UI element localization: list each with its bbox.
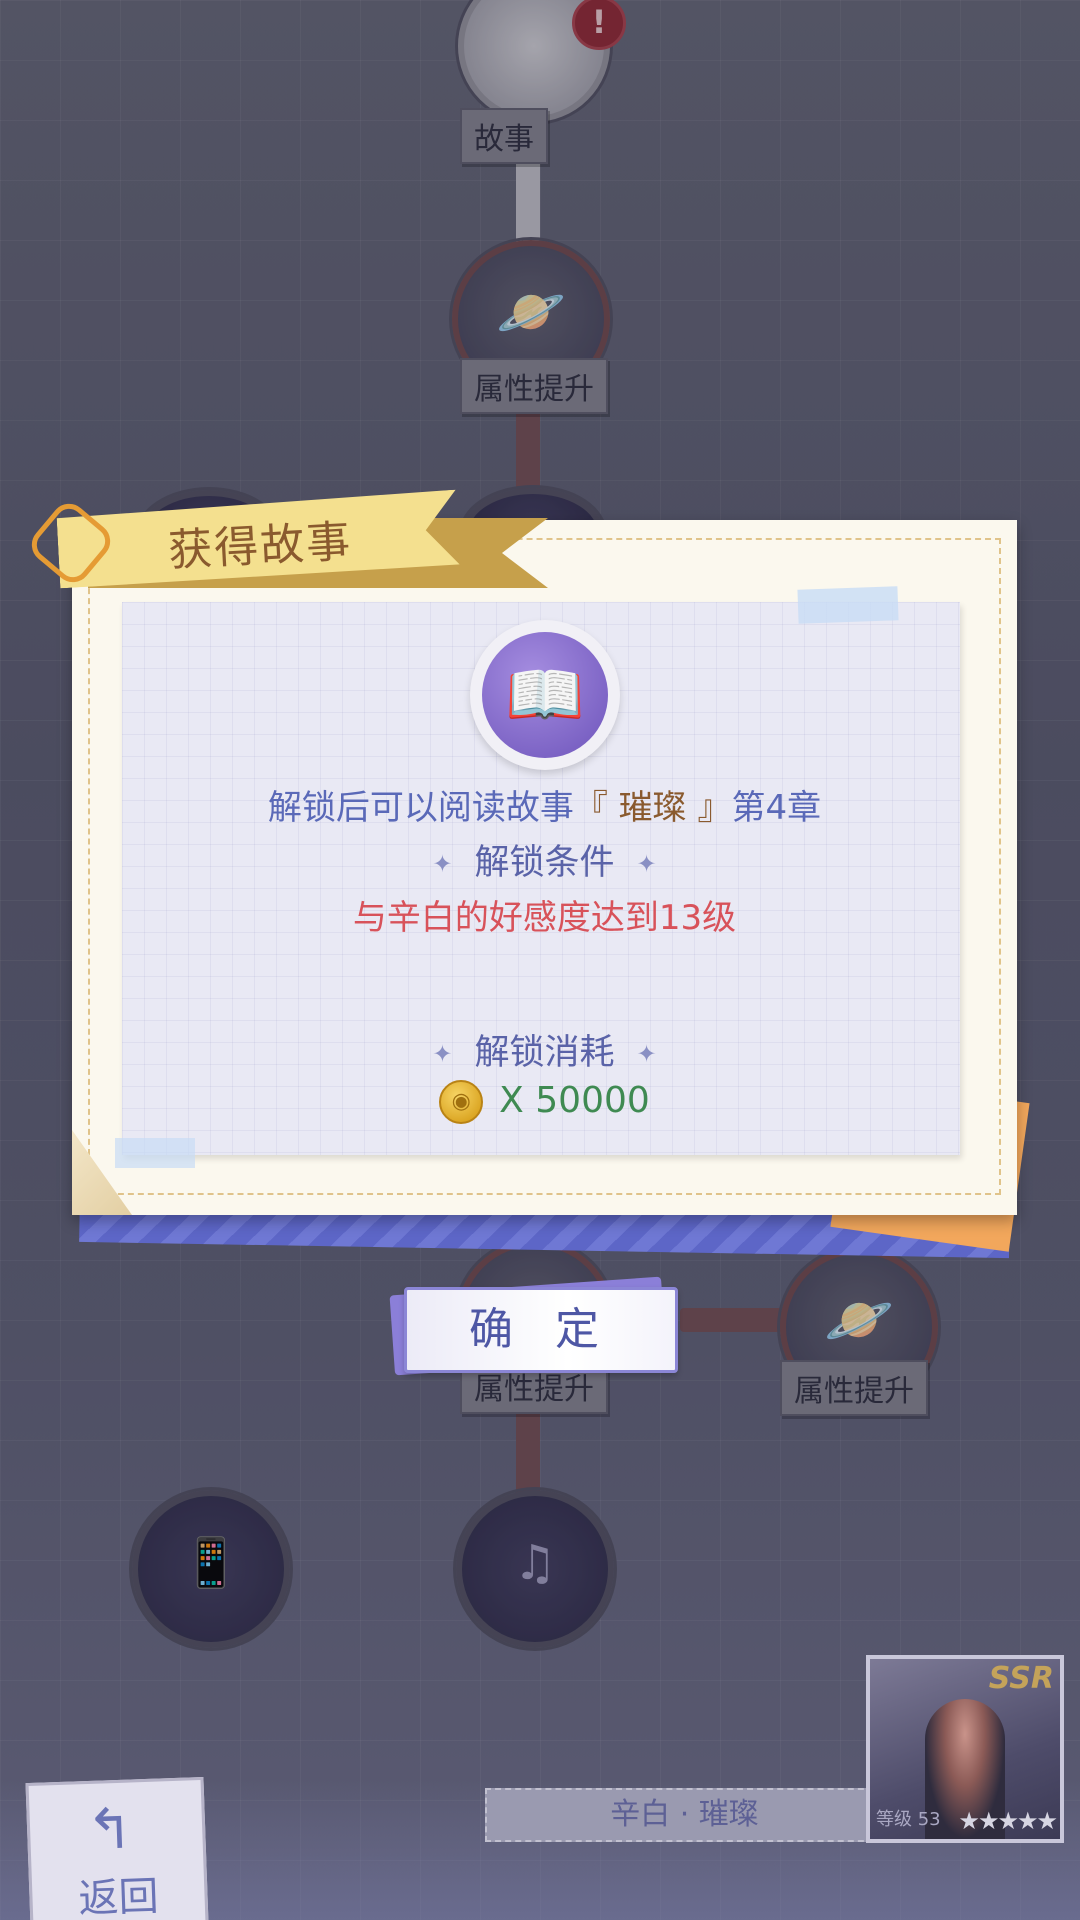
star-rating: ★★★★★ bbox=[958, 1807, 1058, 1835]
card-name-bar: 辛白 · 璀璨 bbox=[485, 1788, 884, 1842]
back-button[interactable]: ↰ 返回 bbox=[25, 1776, 209, 1920]
condition-text: 与辛白的好感度达到13级 bbox=[352, 898, 737, 938]
cost-title: 解锁消耗 bbox=[474, 1033, 615, 1073]
confirm-button[interactable]: 确 定 bbox=[404, 1287, 678, 1373]
character-card[interactable]: SSR 等级 53 ★★★★★ bbox=[866, 1655, 1064, 1843]
tape-decoration bbox=[797, 586, 899, 624]
condition-heading: ✦ 解锁条件 ✦ bbox=[72, 834, 1017, 885]
description-suffix: 第4章 bbox=[731, 788, 822, 828]
unlock-description: 解锁后可以阅读故事『 璀璨 』第4章 bbox=[72, 780, 1017, 829]
cost-row: ◉ X 50000 bbox=[72, 1080, 1017, 1124]
sparkle-icon: ✦ bbox=[636, 850, 657, 878]
rarity-badge: SSR bbox=[988, 1661, 1054, 1696]
back-arrow-icon: ↰ bbox=[85, 1796, 135, 1864]
dialog-title-ribbon: 获得故事 bbox=[58, 500, 548, 580]
card-level: 等级 53 bbox=[876, 1809, 941, 1830]
medal-face: 📖 bbox=[482, 632, 608, 758]
sparkle-icon: ✦ bbox=[432, 850, 453, 878]
cost-amount: X 50000 bbox=[499, 1080, 650, 1121]
back-label: 返回 bbox=[77, 1873, 160, 1920]
story-name: 『 璀璨 』 bbox=[573, 788, 732, 828]
tape-decoration bbox=[115, 1138, 195, 1168]
cost-heading: ✦ 解锁消耗 ✦ bbox=[72, 1024, 1017, 1075]
condition-title: 解锁条件 bbox=[474, 843, 615, 883]
story-book-icon: 📖 bbox=[505, 658, 585, 733]
sparkle-icon: ✦ bbox=[636, 1040, 657, 1068]
story-medal: 📖 bbox=[470, 620, 620, 770]
gold-coin-icon: ◉ bbox=[439, 1080, 484, 1124]
dialog-title: 获得故事 bbox=[167, 516, 354, 577]
description-prefix: 解锁后可以阅读故事 bbox=[267, 788, 574, 828]
sparkle-icon: ✦ bbox=[432, 1040, 453, 1068]
